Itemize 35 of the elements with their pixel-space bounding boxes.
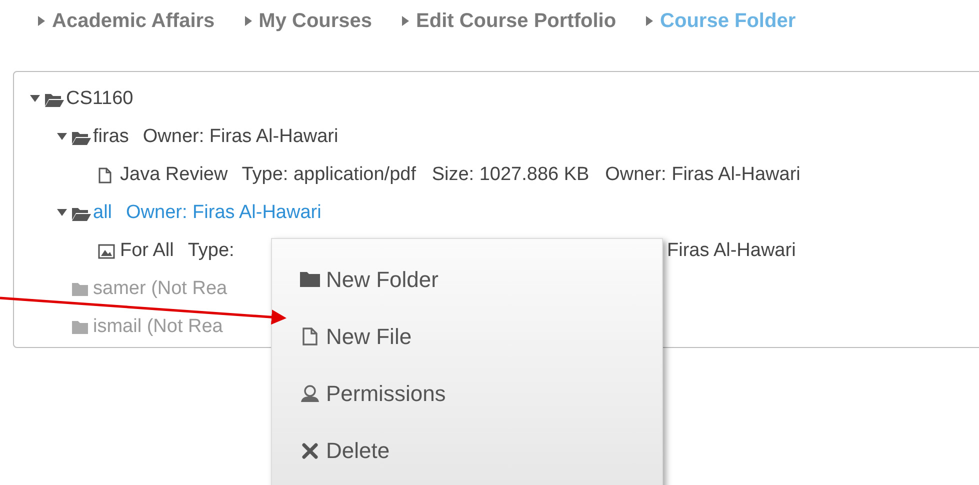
tree-item-label[interactable]: Java Review bbox=[120, 160, 228, 190]
caret-right-icon bbox=[38, 16, 45, 26]
file-icon bbox=[302, 327, 318, 346]
image-icon bbox=[98, 244, 115, 258]
caret-right-icon bbox=[402, 16, 410, 26]
tree-item-details: Type: bbox=[188, 238, 234, 263]
tree-item-details: Owner: Firas Al-Hawari bbox=[142, 124, 338, 149]
caret-right-icon bbox=[646, 16, 654, 26]
open-folder-icon bbox=[71, 130, 91, 144]
file-icon bbox=[98, 166, 112, 184]
caret-down-icon[interactable] bbox=[57, 209, 67, 217]
caret-right-icon bbox=[244, 16, 252, 26]
menu-item[interactable]: Permissions bbox=[298, 365, 662, 422]
open-folder-icon bbox=[44, 92, 64, 106]
tree-item-label[interactable]: firas bbox=[93, 122, 129, 152]
folder-icon bbox=[299, 271, 321, 288]
tree-item-label[interactable]: all bbox=[93, 198, 112, 228]
tree-item-label[interactable]: For All bbox=[120, 236, 174, 266]
tree-item-details: Firas Al-Hawari bbox=[667, 238, 796, 263]
menu-item[interactable]: New File bbox=[298, 308, 662, 365]
breadcrumb-link[interactable]: Academic Affairs bbox=[52, 6, 215, 36]
breadcrumb-link[interactable]: My Courses bbox=[258, 6, 372, 36]
menu-item[interactable]: New Folder bbox=[298, 251, 662, 308]
user-icon bbox=[300, 384, 320, 403]
breadcrumb-link[interactable]: Edit Course Portfolio bbox=[416, 6, 616, 36]
caret-down-icon[interactable] bbox=[30, 95, 40, 103]
tree-item-label[interactable]: CS1160 bbox=[66, 84, 134, 114]
menu-item[interactable]: Delete bbox=[298, 422, 662, 479]
tree-item-details: Owner: Firas Al-Hawari bbox=[126, 200, 322, 225]
open-folder-icon bbox=[71, 206, 91, 220]
folder-icon bbox=[71, 282, 89, 296]
folder-icon bbox=[71, 320, 89, 334]
caret-down-icon[interactable] bbox=[57, 133, 67, 141]
tree-item-details: Type: application/pdf Size: 1027.886 KB Owner: Firas Al-Hawari bbox=[242, 162, 800, 187]
delete-icon bbox=[302, 442, 318, 458]
